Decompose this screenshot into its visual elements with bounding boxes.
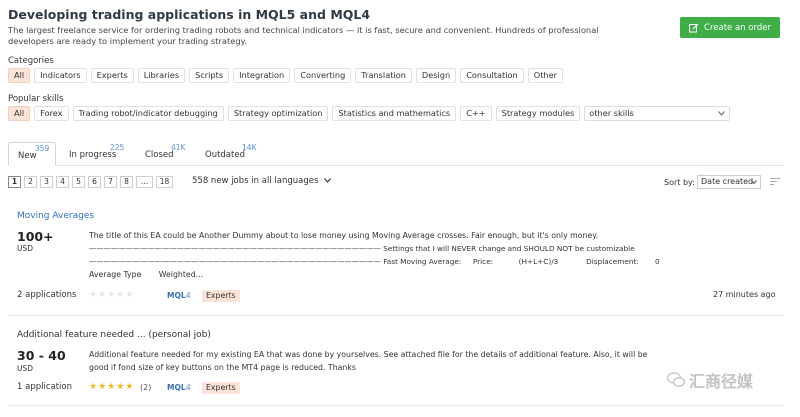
category-converting[interactable]: Converting xyxy=(294,68,352,83)
tab-closed[interactable]: Closed 41K xyxy=(136,142,192,166)
page-link[interactable]: 7 xyxy=(104,176,117,188)
platform-badge: MQL4 xyxy=(167,291,191,300)
category-indicators[interactable]: Indicators xyxy=(34,68,87,83)
skills-label: Popular skills xyxy=(8,94,64,104)
platform-label: MQL4 xyxy=(167,383,191,392)
star-icon: ★ xyxy=(125,382,134,392)
skill-statistics[interactable]: Statistics and mathematics xyxy=(332,106,457,121)
page-link[interactable]: 2 xyxy=(24,176,37,188)
chevron-down-icon xyxy=(324,178,332,183)
job-divider xyxy=(8,405,784,406)
star-icon: ★ xyxy=(116,382,125,392)
job-time: 27 minutes ago xyxy=(713,290,776,299)
category-other[interactable]: Other xyxy=(527,68,563,83)
other-skills-select[interactable]: other skills xyxy=(584,106,731,121)
job-divider xyxy=(8,315,784,316)
tab-outdated[interactable]: Outdated 14K xyxy=(196,142,262,166)
star-icon: ★ xyxy=(125,290,134,300)
job-description-line: ————————————————————————————————————————… xyxy=(89,244,635,253)
other-skills-value: other skills xyxy=(589,108,634,118)
tab-closed-count: 41K xyxy=(171,143,186,152)
page-link[interactable]: 5 xyxy=(72,176,85,188)
category-libraries[interactable]: Libraries xyxy=(137,68,186,83)
customer-rating: ★ ★ ★ ★ ★ xyxy=(89,382,133,392)
watermark-text: 汇商径媒 xyxy=(689,372,754,391)
job-description-line: The title of this EA could be Another Du… xyxy=(89,231,599,240)
page-link-last[interactable]: 18 xyxy=(156,176,173,188)
list-view-icon[interactable] xyxy=(770,177,780,186)
tab-new-count: 359 xyxy=(35,144,50,153)
job-price: 30 - 40 xyxy=(17,348,66,363)
job-applications-count: 2 applications xyxy=(17,290,77,300)
category-chips: All Indicators Experts Libraries Scripts… xyxy=(8,68,563,83)
wechat-icon xyxy=(667,372,685,387)
jobs-count-text: 558 new jobs in all languages xyxy=(192,176,319,186)
skill-strategy-modules[interactable]: Strategy modules xyxy=(495,106,581,121)
page-link[interactable]: 3 xyxy=(40,176,53,188)
chevron-down-icon xyxy=(718,111,726,116)
page-link[interactable]: 8 xyxy=(120,176,133,188)
star-icon: ★ xyxy=(98,290,107,300)
job-description-line: Additional feature needed for my existin… xyxy=(89,350,648,359)
job-description-line: ————————————————————————————————————————… xyxy=(89,257,660,266)
skill-forex[interactable]: Forex xyxy=(34,106,69,121)
jobs-language-filter[interactable]: 558 new jobs in all languages xyxy=(192,176,332,186)
tab-in-progress-count: 225 xyxy=(110,143,125,152)
skill-chips: All Forex Trading robot/indicator debugg… xyxy=(8,106,731,121)
page-link[interactable]: 6 xyxy=(88,176,101,188)
category-experts[interactable]: Experts xyxy=(90,68,134,83)
job-title-link[interactable]: Additional feature needed ... (personal … xyxy=(17,330,211,340)
star-icon: ★ xyxy=(116,290,125,300)
page-link[interactable]: 4 xyxy=(56,176,69,188)
tab-new-label: New xyxy=(18,151,37,161)
sort-value: Date created xyxy=(701,177,754,186)
skill-debugging[interactable]: Trading robot/indicator debugging xyxy=(72,106,224,121)
job-applications-count: 1 application xyxy=(17,382,72,392)
star-icon: ★ xyxy=(107,382,116,392)
sort-select[interactable]: Date created xyxy=(697,175,761,189)
watermark: 汇商径媒 xyxy=(667,368,753,392)
sort-by-label: Sort by: xyxy=(664,178,695,187)
skill-cpp[interactable]: C++ xyxy=(460,106,492,121)
review-count[interactable]: (2) xyxy=(140,383,151,392)
job-description-line: Average Type Weighted... xyxy=(89,270,204,279)
job-title-link[interactable]: Moving Averages xyxy=(17,211,94,221)
page-title: Developing trading applications in MQL5 … xyxy=(8,7,371,22)
create-order-button[interactable]: Create an order xyxy=(680,17,780,38)
category-consultation[interactable]: Consultation xyxy=(460,68,524,83)
skill-all[interactable]: All xyxy=(8,106,31,121)
job-currency: USD xyxy=(17,364,34,373)
tab-in-progress[interactable]: In progress 225 xyxy=(60,142,132,166)
tab-closed-label: Closed xyxy=(145,150,174,160)
tab-outdated-count: 14K xyxy=(242,143,257,152)
category-design[interactable]: Design xyxy=(415,68,457,83)
pagination: 1 2 3 4 5 6 7 8 ... 18 xyxy=(8,176,173,188)
customer-rating: ★ ★ ★ ★ ★ xyxy=(89,290,133,300)
skill-strategy-optimization[interactable]: Strategy optimization xyxy=(227,106,329,121)
job-price: 100+ xyxy=(17,229,54,244)
chevron-down-icon xyxy=(751,180,757,184)
page-ellipsis[interactable]: ... xyxy=(136,176,153,188)
page-subtitle: The largest freelance service for orderi… xyxy=(8,25,599,46)
category-badge[interactable]: Experts xyxy=(202,290,240,302)
job-description-line: good if fond size of key buttons on the … xyxy=(89,363,356,372)
star-icon: ★ xyxy=(107,290,116,300)
platform-badge: MQL4 xyxy=(167,383,191,392)
star-icon: ★ xyxy=(98,382,107,392)
categories-label: Categories xyxy=(8,56,54,66)
category-badge[interactable]: Experts xyxy=(202,382,240,394)
tab-new[interactable]: New 359 xyxy=(8,142,56,166)
star-icon: ★ xyxy=(89,382,98,392)
page-link[interactable]: 1 xyxy=(8,176,21,188)
star-icon: ★ xyxy=(89,290,98,300)
platform-label: MQL4 xyxy=(167,291,191,300)
job-currency: USD xyxy=(17,244,34,253)
category-integration[interactable]: Integration xyxy=(233,68,291,83)
category-scripts[interactable]: Scripts xyxy=(189,68,230,83)
order-edit-icon xyxy=(689,23,699,32)
category-translation[interactable]: Translation xyxy=(355,68,412,83)
category-all[interactable]: All xyxy=(8,68,31,83)
tab-outdated-label: Outdated xyxy=(205,150,245,160)
create-order-label: Create an order xyxy=(704,22,771,33)
